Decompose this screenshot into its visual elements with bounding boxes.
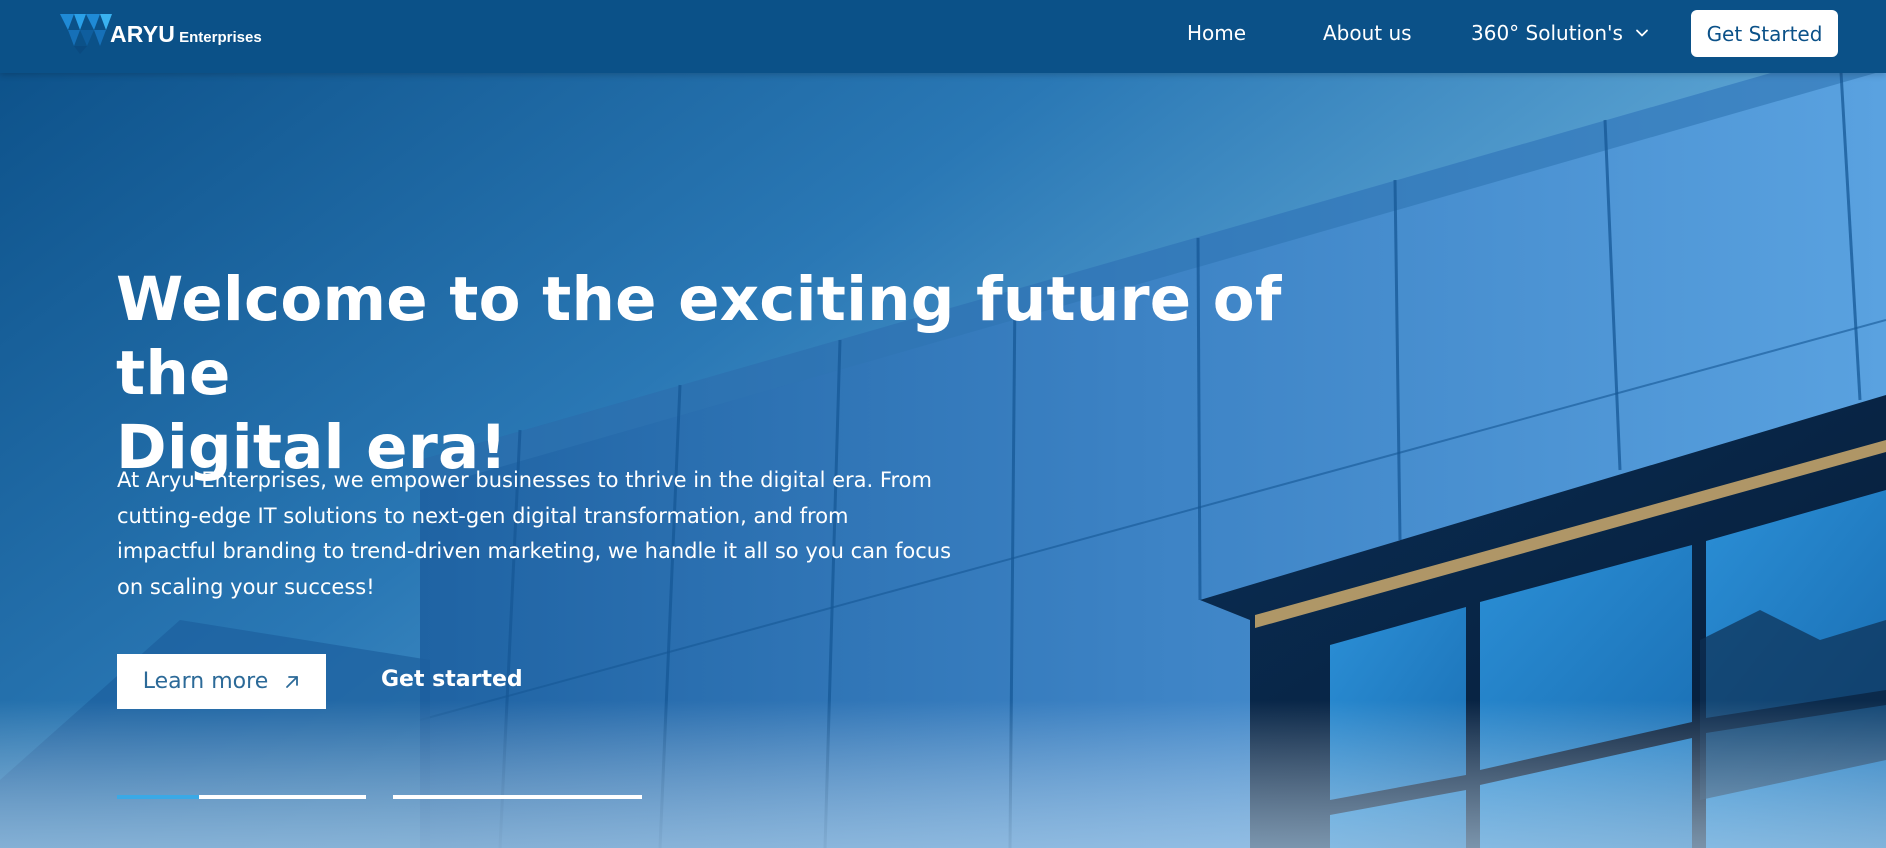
hero-description-line-2: cutting-edge IT solutions to next-gen di… bbox=[117, 503, 849, 528]
arrow-up-right-icon bbox=[286, 675, 299, 688]
get-started-link[interactable]: Get started bbox=[381, 667, 523, 692]
logo-subtitle: Enterprises bbox=[179, 28, 262, 46]
nav-solutions-label: 360° Solution's bbox=[1471, 21, 1623, 45]
learn-more-label: Learn more bbox=[142, 669, 269, 694]
hero-title: Welcome to the exciting future of the Di… bbox=[116, 263, 1416, 485]
hero-description-line-4: on scaling your success! bbox=[117, 574, 375, 599]
hero-description-line-1: At Aryu Enterprises, we empower business… bbox=[117, 468, 932, 492]
hero-description: At Aryu Enterprises, we empower business… bbox=[117, 463, 967, 605]
logo-mark-icon bbox=[60, 14, 112, 54]
chevron-down-icon bbox=[1636, 29, 1648, 37]
slide-indicator-1[interactable] bbox=[117, 795, 366, 799]
brand-logo[interactable]: ARYU Enterprises bbox=[58, 13, 262, 55]
slide-indicator-2[interactable] bbox=[393, 795, 642, 799]
hero-title-line-1: Welcome to the exciting future of the bbox=[116, 264, 1282, 409]
nav-home-link[interactable]: Home bbox=[1187, 21, 1246, 45]
learn-more-button[interactable]: Learn more bbox=[117, 654, 326, 709]
slide-progress-fill bbox=[117, 795, 200, 799]
logo-wordmark: ARYU bbox=[110, 20, 176, 47]
hero-description-line-3: impactful branding to trend-driven marke… bbox=[117, 539, 952, 563]
get-started-header-button[interactable]: Get Started bbox=[1691, 10, 1838, 57]
nav-about-link[interactable]: About us bbox=[1323, 21, 1412, 45]
site-header: ARYU Enterprises Home About us 360° Solu… bbox=[0, 0, 1886, 73]
nav-solutions-dropdown[interactable]: 360° Solution's bbox=[1471, 21, 1649, 45]
